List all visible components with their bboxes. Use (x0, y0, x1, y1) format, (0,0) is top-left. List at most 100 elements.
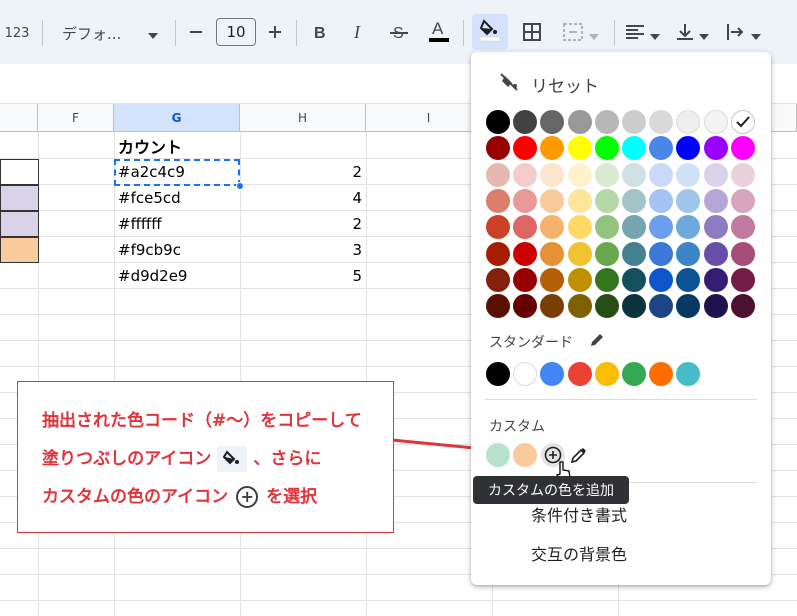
color-swatch[interactable] (513, 267, 538, 292)
color-swatch[interactable] (730, 136, 755, 161)
reset-button[interactable]: リセット (499, 72, 599, 97)
color-swatch[interactable] (730, 267, 755, 292)
color-swatch[interactable] (676, 215, 701, 240)
color-swatch[interactable] (594, 136, 619, 161)
color-swatch[interactable] (703, 136, 728, 161)
font-size-input[interactable]: 10 (216, 18, 256, 46)
strikethrough-button[interactable]: S (385, 20, 413, 48)
color-swatch[interactable] (622, 241, 646, 266)
color-swatch[interactable] (513, 215, 538, 240)
cell-count[interactable]: 2 (240, 211, 366, 237)
color-swatch[interactable] (594, 215, 619, 240)
color-swatch[interactable] (649, 162, 674, 187)
color-swatch[interactable] (676, 162, 701, 187)
color-swatch[interactable] (703, 188, 728, 213)
color-swatch[interactable] (513, 241, 538, 266)
color-swatch[interactable] (649, 267, 674, 292)
color-swatch[interactable] (730, 110, 755, 134)
pencil-icon[interactable] (589, 332, 605, 352)
color-swatch[interactable] (622, 294, 646, 319)
color-swatch[interactable] (703, 241, 728, 266)
color-swatch[interactable] (567, 241, 592, 266)
text-color-button[interactable]: A (425, 18, 453, 48)
color-swatch[interactable] (486, 241, 510, 266)
color-swatch[interactable] (622, 136, 646, 161)
standard-color-swatch[interactable] (622, 362, 646, 386)
cell-count[interactable]: 3 (240, 237, 366, 263)
color-swatch[interactable] (703, 215, 728, 240)
italic-button[interactable]: I (345, 20, 373, 48)
color-swatch[interactable] (594, 267, 619, 292)
standard-color-swatch[interactable] (676, 362, 701, 386)
color-swatch[interactable] (703, 162, 728, 187)
column-header-f[interactable]: F (38, 104, 114, 132)
color-swatch[interactable] (540, 241, 565, 266)
color-swatch[interactable] (513, 136, 538, 161)
color-swatch[interactable] (486, 267, 510, 292)
cell-color-code[interactable]: #fce5cd (118, 185, 238, 211)
color-swatch[interactable] (486, 188, 510, 213)
color-swatch[interactable] (567, 162, 592, 187)
font-family-dropdown[interactable]: デフォ... (50, 20, 166, 46)
bold-button[interactable]: B (306, 20, 334, 48)
color-swatch[interactable] (649, 110, 674, 134)
color-swatch[interactable] (567, 267, 592, 292)
color-swatch[interactable] (676, 136, 701, 161)
standard-color-swatch[interactable] (594, 362, 619, 386)
color-swatch[interactable] (622, 215, 646, 240)
color-swatch[interactable] (649, 294, 674, 319)
merge-cells-button[interactable] (556, 20, 606, 48)
conditional-format-item[interactable]: 条件付き書式 (531, 502, 627, 526)
color-swatch[interactable] (622, 267, 646, 292)
cell-color-code[interactable]: #d9d2e9 (118, 263, 238, 289)
increase-font-size-button[interactable] (262, 20, 288, 46)
color-swatch[interactable] (567, 136, 592, 161)
custom-color-swatch[interactable] (513, 443, 538, 467)
color-swatch[interactable] (703, 294, 728, 319)
color-swatch[interactable] (622, 162, 646, 187)
color-swatch[interactable] (540, 188, 565, 213)
column-header-e[interactable] (0, 104, 38, 132)
color-swatch[interactable] (649, 241, 674, 266)
color-swatch[interactable] (730, 162, 755, 187)
borders-button[interactable] (518, 20, 546, 48)
color-swatch[interactable] (649, 215, 674, 240)
color-swatch[interactable] (594, 162, 619, 187)
color-swatch[interactable] (513, 110, 538, 134)
color-swatch[interactable] (730, 188, 755, 213)
color-swatch[interactable] (567, 215, 592, 240)
number-format-button[interactable]: 123 (0, 20, 34, 46)
color-swatch[interactable] (649, 136, 674, 161)
cell-color-code[interactable]: #ffffff (118, 211, 238, 237)
fill-handle[interactable] (236, 182, 244, 190)
color-swatch[interactable] (513, 162, 538, 187)
standard-color-swatch[interactable] (513, 362, 538, 386)
cell-color-swatch[interactable] (0, 185, 39, 211)
color-swatch[interactable] (730, 294, 755, 319)
standard-color-swatch[interactable] (567, 362, 592, 386)
color-swatch[interactable] (649, 188, 674, 213)
color-swatch[interactable] (594, 294, 619, 319)
fill-color-button[interactable] (472, 14, 508, 50)
color-swatch[interactable] (703, 110, 728, 134)
column-header-g[interactable]: G (114, 104, 240, 132)
horizontal-align-button[interactable] (622, 20, 664, 48)
color-swatch[interactable] (676, 110, 701, 134)
color-swatch[interactable] (594, 110, 619, 134)
color-swatch[interactable] (540, 136, 565, 161)
cell-count[interactable]: 4 (240, 185, 366, 211)
color-swatch[interactable] (676, 294, 701, 319)
color-swatch[interactable] (703, 267, 728, 292)
vertical-align-button[interactable] (672, 20, 714, 48)
cell-count[interactable]: 5 (240, 263, 366, 289)
color-swatch[interactable] (730, 241, 755, 266)
color-swatch[interactable] (513, 294, 538, 319)
cell-count[interactable]: 2 (240, 159, 366, 185)
color-swatch[interactable] (676, 188, 701, 213)
header-cell-count[interactable]: カウント (118, 133, 238, 159)
color-swatch[interactable] (486, 136, 510, 161)
cell-color-swatch[interactable] (0, 211, 39, 237)
standard-color-swatch[interactable] (486, 362, 510, 386)
color-swatch[interactable] (567, 294, 592, 319)
color-swatch[interactable] (513, 188, 538, 213)
